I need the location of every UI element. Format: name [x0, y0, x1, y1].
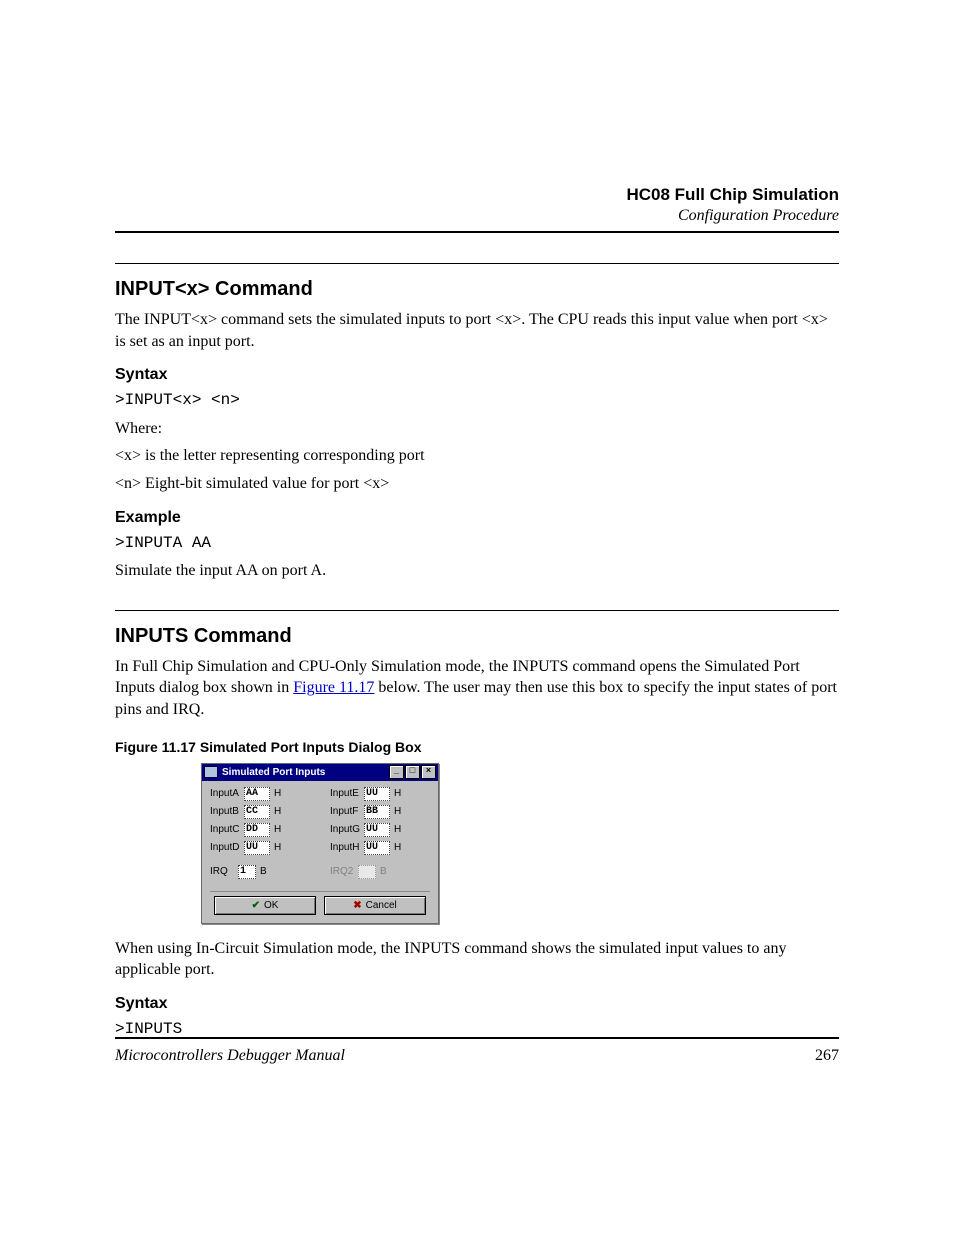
input-field[interactable]: UU	[364, 841, 390, 855]
input-label: InputA	[210, 788, 244, 799]
page-footer: Microcontrollers Debugger Manual 267	[115, 1029, 839, 1065]
input-label: InputC	[210, 824, 244, 835]
example-heading: Example	[115, 509, 839, 527]
maximize-button[interactable]: □	[405, 765, 420, 779]
input-field[interactable]: UU	[364, 823, 390, 837]
cancel-button[interactable]: ✖ Cancel	[324, 896, 426, 915]
input-suffix: H	[394, 842, 401, 853]
check-icon: ✔	[252, 900, 260, 911]
minimize-button[interactable]: _	[389, 765, 404, 779]
input-field[interactable]: UU	[364, 787, 390, 801]
input-suffix: H	[274, 824, 281, 835]
input-row: InputC DD H	[210, 823, 310, 837]
footer-rule	[115, 1037, 839, 1039]
input-field[interactable]: DD	[244, 823, 270, 837]
cancel-label: Cancel	[366, 900, 397, 911]
example-line: >INPUTA AA	[115, 533, 839, 555]
syntax-where: Where:	[115, 418, 839, 440]
irq2-field	[358, 865, 376, 879]
input-row: InputG UU H	[330, 823, 430, 837]
running-title: HC08 Full Chip Simulation	[115, 185, 839, 205]
syntax-heading: Syntax	[115, 366, 839, 384]
irq2-label: IRQ2	[330, 866, 358, 877]
syntax-desc-n: <n> Eight-bit simulated value for port <…	[115, 473, 839, 495]
page-number: 267	[815, 1047, 839, 1065]
input-field[interactable]: BB	[364, 805, 390, 819]
input-row: InputA AA H	[210, 787, 310, 801]
input-suffix: H	[274, 788, 281, 799]
input-label: InputG	[330, 824, 364, 835]
irq-row: IRQ 1 B	[210, 865, 310, 879]
close-icon: ✖	[353, 900, 361, 911]
input-field[interactable]: CC	[244, 805, 270, 819]
inputs-after-fig: When using In-Circuit Simulation mode, t…	[115, 938, 839, 981]
dialog-title: Simulated Port Inputs	[222, 767, 389, 778]
left-column: InputA AA H InputB CC H InputC DD H	[210, 787, 310, 883]
irq-suffix: B	[260, 866, 267, 877]
dialog-titlebar: Simulated Port Inputs _ □ ×	[202, 764, 438, 781]
right-column: InputE UU H InputF BB H InputG UU H	[330, 787, 430, 883]
input-suffix: H	[274, 806, 281, 817]
section-separator	[115, 263, 839, 264]
input-label: InputF	[330, 806, 364, 817]
syntax-heading: Syntax	[115, 995, 839, 1013]
irq-label: IRQ	[210, 866, 238, 877]
input-suffix: H	[394, 788, 401, 799]
syntax-line: >INPUT<x> <n>	[115, 390, 839, 412]
ok-label: OK	[264, 900, 278, 911]
section-separator	[115, 610, 839, 611]
input-row: InputF BB H	[330, 805, 430, 819]
irq-field[interactable]: 1	[238, 865, 256, 879]
inputx-intro: The INPUT<x> command sets the simulated …	[115, 309, 839, 352]
input-row: InputE UU H	[330, 787, 430, 801]
running-head: HC08 Full Chip Simulation Configuration …	[115, 185, 839, 225]
inputs-intro: In Full Chip Simulation and CPU-Only Sim…	[115, 656, 839, 721]
input-label: InputB	[210, 806, 244, 817]
section-heading-inputx: INPUT<x> Command	[115, 278, 839, 301]
input-row: InputH UU H	[330, 841, 430, 855]
example-desc: Simulate the input AA on port A.	[115, 560, 839, 582]
header-rule	[115, 231, 839, 233]
input-field[interactable]: UU	[244, 841, 270, 855]
running-subtitle: Configuration Procedure	[115, 207, 839, 225]
ok-button[interactable]: ✔ OK	[214, 896, 316, 915]
footer-manual-title: Microcontrollers Debugger Manual	[115, 1047, 345, 1065]
input-row: InputD UU H	[210, 841, 310, 855]
syntax-desc-x: <x> is the letter representing correspon…	[115, 445, 839, 467]
input-row: InputB CC H	[210, 805, 310, 819]
irq2-suffix: B	[380, 866, 387, 877]
input-label: InputD	[210, 842, 244, 853]
app-icon	[204, 766, 218, 778]
figure-caption: Figure 11.17 Simulated Port Inputs Dialo…	[115, 739, 839, 755]
input-field[interactable]: AA	[244, 787, 270, 801]
figure-link[interactable]: Figure 11.17	[293, 679, 374, 696]
input-suffix: H	[394, 824, 401, 835]
close-button[interactable]: ×	[421, 765, 436, 779]
input-suffix: H	[394, 806, 401, 817]
irq2-row: IRQ2 B	[330, 865, 430, 879]
input-label: InputE	[330, 788, 364, 799]
input-suffix: H	[274, 842, 281, 853]
simulated-port-inputs-dialog: Simulated Port Inputs _ □ × InputA AA H …	[201, 763, 439, 924]
input-label: InputH	[330, 842, 364, 853]
section-heading-inputs: INPUTS Command	[115, 625, 839, 648]
